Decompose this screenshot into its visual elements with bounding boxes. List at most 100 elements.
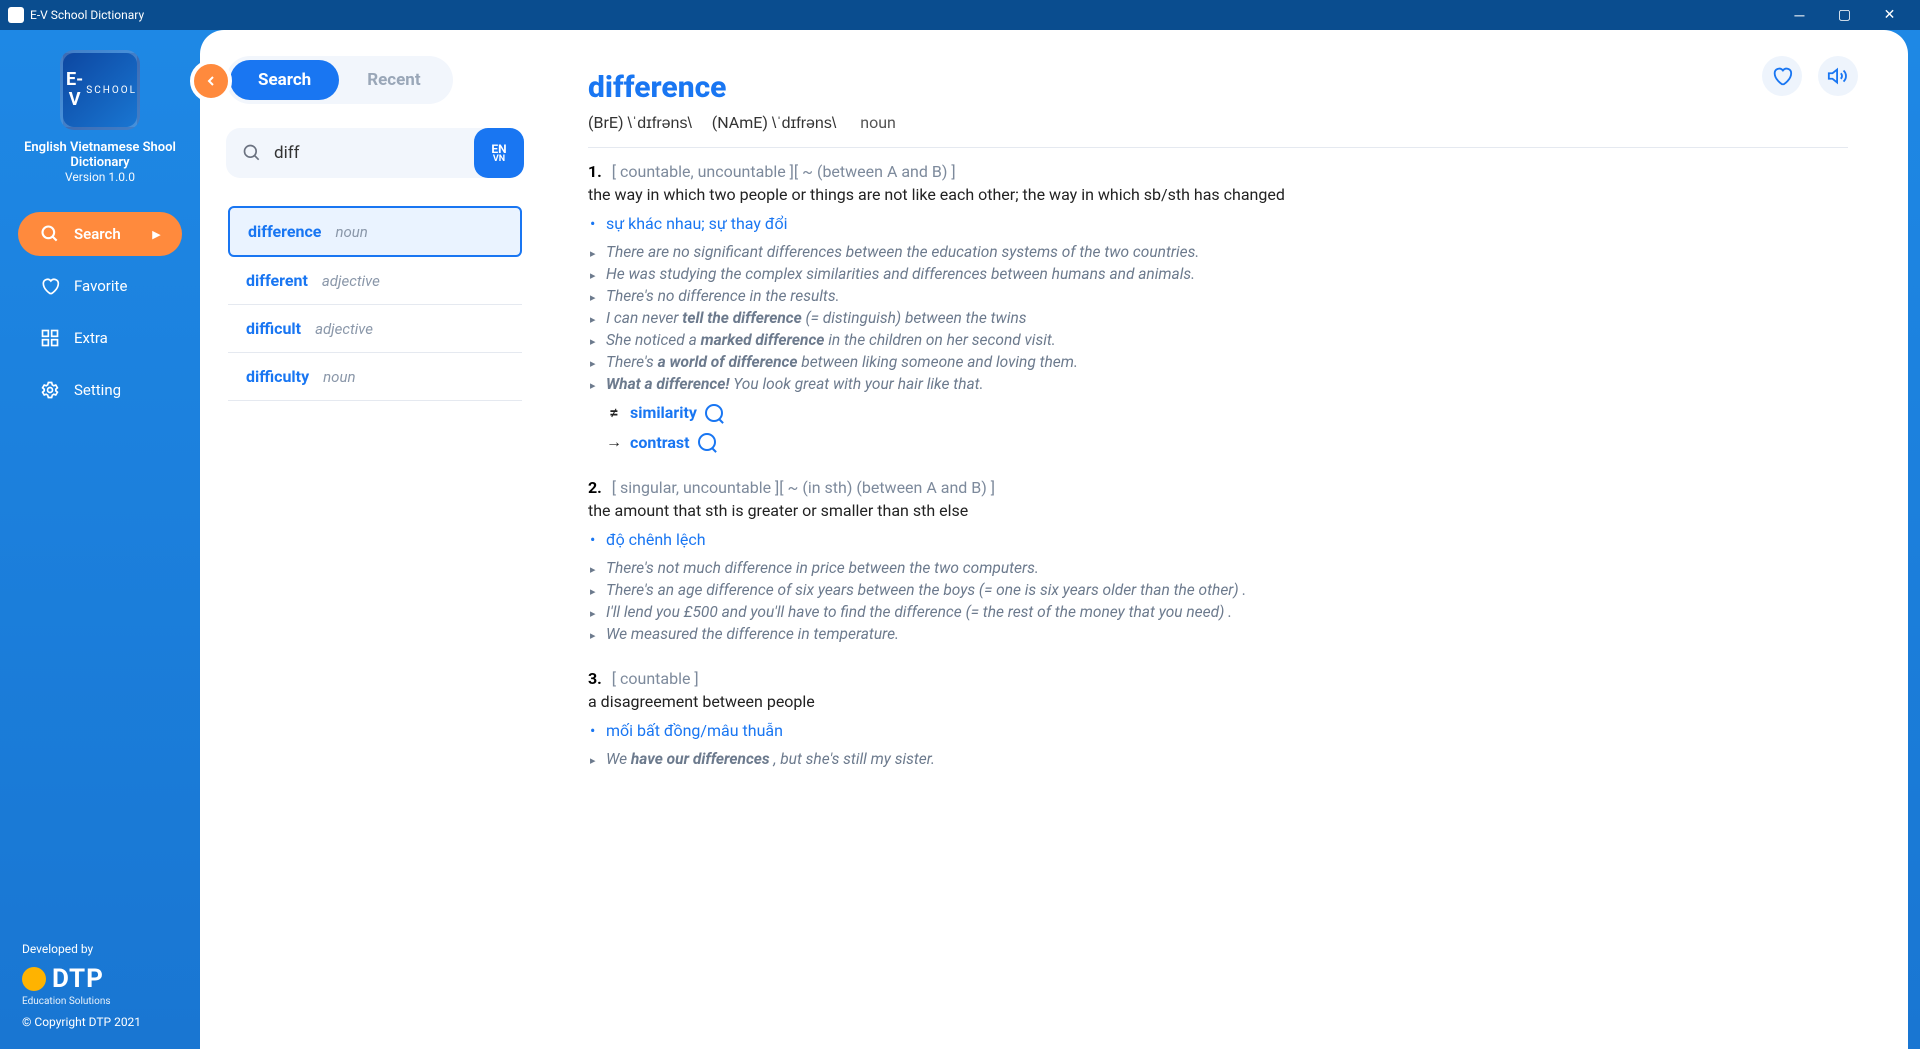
example: I'll lend you £500 and you'll have to fi… xyxy=(606,603,1848,621)
xref-word: similarity xyxy=(630,403,697,422)
result-item[interactable]: different adjective xyxy=(228,257,522,305)
audio-button[interactable] xyxy=(1818,56,1858,96)
lang-bot: VN xyxy=(493,155,505,164)
window-title: E-V School Dictionary xyxy=(30,8,144,22)
app-version: Version 1.0.0 xyxy=(0,170,200,184)
brand: DTP xyxy=(22,964,178,994)
sense-gram: [ countable, uncountable ][ ~ (between A… xyxy=(612,162,956,181)
results-list: differencenoundifferentadjectivedifficul… xyxy=(226,204,524,403)
sidebar-footer: Developed by DTP Education Solutions © C… xyxy=(0,942,200,1029)
example: There's not much difference in price bet… xyxy=(606,559,1848,577)
xref-symbol: → xyxy=(606,432,622,452)
sense-num: 2. xyxy=(588,478,602,497)
example: There's an age difference of six years b… xyxy=(606,581,1848,599)
example: There's no difference in the results. xyxy=(606,287,1848,305)
result-item[interactable]: difference noun xyxy=(228,206,522,257)
language-toggle[interactable]: EN VN xyxy=(474,128,524,178)
sense-def: the amount that sth is greater or smalle… xyxy=(588,501,1848,520)
result-pos: noun xyxy=(335,223,367,241)
sense-def: a disagreement between people xyxy=(588,692,1848,711)
name-ipa: \ˈdɪfrəns\ xyxy=(772,115,836,132)
copyright: © Copyright DTP 2021 xyxy=(22,1015,178,1029)
app-title: English Vietnamese Shool Dictionary xyxy=(0,140,200,170)
nav-label: Search xyxy=(74,225,121,243)
collapse-sidebar-button[interactable] xyxy=(190,60,232,102)
example: We have our differences , but she's stil… xyxy=(606,750,1848,768)
favorite-button[interactable] xyxy=(1762,56,1802,96)
example: She noticed a marked difference in the c… xyxy=(606,331,1848,349)
result-pos: noun xyxy=(323,368,355,386)
sense-num: 3. xyxy=(588,669,602,688)
grid-icon xyxy=(40,328,60,348)
result-word: difference xyxy=(248,222,321,241)
example: There are no significant differences bet… xyxy=(606,243,1848,261)
result-pos: adjective xyxy=(322,272,380,290)
search-icon xyxy=(40,224,60,244)
brand-sub: Education Solutions xyxy=(22,996,178,1007)
chevron-left-icon xyxy=(203,73,219,89)
example: He was studying the complex similarities… xyxy=(606,265,1848,283)
tabs: Search Recent xyxy=(226,56,453,104)
close-button[interactable]: ✕ xyxy=(1867,0,1912,30)
result-word: difficulty xyxy=(246,367,309,386)
sense-translation: độ chênh lệch xyxy=(606,530,1848,549)
example: We measured the difference in temperatur… xyxy=(606,625,1848,643)
sense-gram: [ singular, uncountable ][ ~ (in sth) (b… xyxy=(612,478,995,497)
nav-label: Setting xyxy=(74,381,121,399)
sense-translation: sự khác nhau; sự thay đổi xyxy=(606,214,1848,233)
sense: 1. [ countable, uncountable ][ ~ (betwee… xyxy=(588,162,1848,452)
nav-label: Extra xyxy=(74,329,108,347)
magnifier-icon xyxy=(698,433,716,451)
head-pos: noun xyxy=(860,113,896,132)
brand-text: DTP xyxy=(52,964,104,994)
xref-word: contrast xyxy=(630,433,690,452)
example: I can never tell the difference (= disti… xyxy=(606,309,1848,327)
sense-def: the way in which two people or things ar… xyxy=(588,185,1848,204)
app-logo: E-VSCHOOL xyxy=(60,50,140,130)
sidebar: E-VSCHOOL English Vietnamese Shool Dicti… xyxy=(0,30,200,1049)
name-label: (NAmE) xyxy=(712,113,768,132)
entry-content[interactable]: difference (BrE) \ˈdɪfrəns\ (NAmE) \ˈdɪf… xyxy=(548,30,1908,1049)
cross-reference[interactable]: ≠ similarity xyxy=(606,403,1848,422)
headword: difference xyxy=(588,70,1848,105)
app-icon xyxy=(8,7,24,23)
result-item[interactable]: difficult adjective xyxy=(228,305,522,353)
maximize-button[interactable]: ▢ xyxy=(1822,0,1867,30)
sense-num: 1. xyxy=(588,162,602,181)
tab-recent[interactable]: Recent xyxy=(339,60,448,100)
bre-label: (BrE) xyxy=(588,113,624,132)
result-pos: adjective xyxy=(315,320,373,338)
heart-icon xyxy=(1771,65,1793,87)
bre-ipa: \ˈdɪfrəns\ xyxy=(628,115,692,132)
search-panel: Search Recent EN VN differencenoundiffer… xyxy=(200,30,548,1049)
search-icon xyxy=(242,143,262,163)
sense: 3. [ countable ] a disagreement between p… xyxy=(588,669,1848,768)
titlebar: E-V School Dictionary ─ ▢ ✕ xyxy=(0,0,1920,30)
nav-search[interactable]: Search ▸ xyxy=(18,212,182,256)
minimize-button[interactable]: ─ xyxy=(1777,0,1822,30)
tab-search[interactable]: Search xyxy=(230,60,339,100)
sense: 2. [ singular, uncountable ][ ~ (in sth)… xyxy=(588,478,1848,643)
nav-extra[interactable]: Extra xyxy=(18,316,182,360)
sense-gram: [ countable ] xyxy=(612,669,699,688)
chevron-right-icon: ▸ xyxy=(152,225,160,243)
example: There's a world of difference between li… xyxy=(606,353,1848,371)
nav-setting[interactable]: Setting xyxy=(18,368,182,412)
developed-by: Developed by xyxy=(22,942,178,956)
pronunciation: (BrE) \ˈdɪfrəns\ (NAmE) \ˈdɪfrəns\ noun xyxy=(588,113,1848,148)
nav-favorite[interactable]: Favorite xyxy=(18,264,182,308)
gear-icon xyxy=(40,380,60,400)
example: What a difference! You look great with y… xyxy=(606,375,1848,393)
sense-translation: mối bất đồng/mâu thuẫn xyxy=(606,721,1848,740)
xref-symbol: ≠ xyxy=(606,403,622,422)
brand-icon xyxy=(22,967,46,991)
result-item[interactable]: difficulty noun xyxy=(228,353,522,401)
speaker-icon xyxy=(1827,65,1849,87)
heart-icon xyxy=(40,276,60,296)
result-word: difficult xyxy=(246,319,301,338)
lang-top: EN xyxy=(491,143,506,155)
cross-reference[interactable]: → contrast xyxy=(606,432,1848,452)
magnifier-icon xyxy=(705,404,723,422)
nav-label: Favorite xyxy=(74,277,127,295)
result-word: different xyxy=(246,271,308,290)
